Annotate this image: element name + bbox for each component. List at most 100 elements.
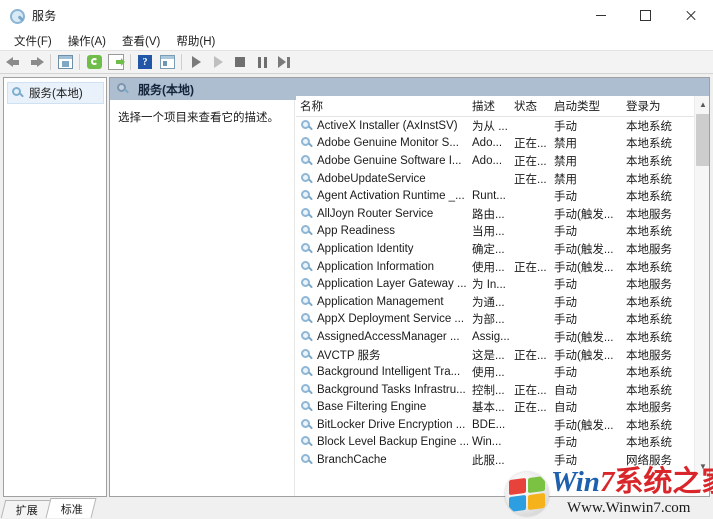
listview-scrollbar[interactable]: ▲ ▼ [694, 96, 709, 475]
show-hide-tree-button[interactable] [54, 51, 76, 73]
cell-start: 手动(触发... [554, 208, 614, 221]
table-row[interactable]: BranchCache 此服... 手动 网络服务 [296, 451, 694, 469]
window-title: 服务 [32, 9, 57, 23]
column-header-logon[interactable]: 登录为 [622, 98, 692, 114]
close-icon [685, 10, 696, 21]
help-button[interactable]: ? [134, 51, 156, 73]
pause-service-button[interactable] [251, 51, 273, 73]
cell-start: 手动(触发... [554, 349, 614, 362]
pause-service-icon [257, 56, 267, 68]
cell-desc: 此服... [472, 455, 505, 468]
maximize-button[interactable] [623, 0, 668, 31]
cell-desc: 为 In... [472, 279, 506, 292]
cell-start: 禁用 [554, 155, 577, 168]
properties-button[interactable] [156, 51, 178, 73]
cell-start: 禁用 [554, 138, 577, 151]
service-name-label: AllJoyn Router Service [317, 207, 434, 220]
column-header-start[interactable]: 启动类型 [550, 98, 622, 114]
export-list-button[interactable] [105, 51, 127, 73]
table-row[interactable]: Application Identity 确定... 手动(触发... 本地服务 [296, 240, 694, 258]
table-row[interactable]: AdobeUpdateService 正在... 禁用 本地系统 [296, 169, 694, 188]
cell-status: 正在... [514, 384, 547, 397]
service-item-icon [300, 418, 314, 432]
table-row[interactable]: Base Filtering Engine 基本... 正在... 自动 本地服务 [296, 398, 694, 417]
cell-name: AdobeUpdateService [296, 172, 468, 186]
minimize-icon [595, 15, 606, 16]
table-row[interactable]: App Readiness 当用... 手动 本地系统 [296, 222, 694, 241]
column-header-desc[interactable]: 描述 [468, 98, 510, 114]
details-pane: 服务(本地) 选择一个项目来查看它的描述。 名称 描述 状态 启动类型 登录为 … [109, 77, 710, 497]
service-name-label: BitLocker Drive Encryption ... [317, 418, 466, 431]
refresh-button[interactable] [83, 51, 105, 73]
table-row[interactable]: Agent Activation Runtime _... Runt... 手动 本地… [296, 187, 694, 205]
tab-standard[interactable]: 标准 [45, 498, 97, 518]
stop-service-button[interactable] [229, 51, 251, 73]
service-name-label: AssignedAccessManager ... [317, 330, 460, 343]
cell-start: 禁用 [554, 173, 577, 186]
table-row[interactable]: AssignedAccessManager ... Assig... 手动(触发..… [296, 328, 694, 346]
resume-service-button[interactable] [273, 51, 295, 73]
tree-node-label: 服务(本地) [29, 88, 83, 100]
service-item-icon [300, 154, 314, 168]
table-row[interactable]: Application Information 使用... 正在... 手动(触发..… [296, 257, 694, 276]
menu-file[interactable]: 文件(F) [6, 31, 60, 51]
column-header-status[interactable]: 状态 [510, 98, 550, 114]
cell-logon: 本地服务 [626, 349, 672, 362]
tree-node-services-local[interactable]: 服务(本地) [7, 82, 104, 104]
table-row[interactable]: AllJoyn Router Service 路由... 手动(触发... 本地服务 [296, 204, 694, 223]
table-row[interactable]: Adobe Genuine Software I... Ado... 正在... 禁用… [296, 152, 694, 170]
start-service-button[interactable] [185, 51, 207, 73]
cell-logon: 网络服务 [626, 455, 672, 468]
title-bar: 服务 [0, 0, 713, 32]
forward-button[interactable] [25, 51, 47, 73]
services-listview[interactable]: 名称 描述 状态 启动类型 登录为 ActiveX Installer (AxI… [296, 96, 709, 475]
service-item-icon [300, 242, 314, 256]
close-button[interactable] [668, 0, 713, 31]
service-item-icon [300, 330, 314, 344]
table-row[interactable]: BitLocker Drive Encryption ... BDE... 手动(触… [296, 416, 694, 434]
cell-desc: 为部... [472, 314, 505, 327]
minimize-button[interactable] [578, 0, 623, 31]
scroll-down-icon[interactable]: ▼ [695, 458, 709, 475]
service-name-label: Adobe Genuine Software I... [317, 154, 462, 167]
cell-logon: 本地服务 [626, 243, 672, 256]
cell-logon: 本地系统 [626, 120, 672, 133]
service-name-label: Application Identity [317, 242, 414, 255]
forward-arrow-icon [28, 56, 44, 68]
menu-bar: 文件(F) 操作(A) 查看(V) 帮助(H) [0, 31, 713, 50]
cell-name: BranchCache [296, 453, 468, 467]
toolbar-separator-1 [50, 54, 51, 70]
column-header-name[interactable]: 名称 [296, 98, 468, 114]
back-button[interactable] [3, 51, 25, 73]
table-row[interactable]: Application Layer Gateway ... 为 In... 手动 本地… [296, 275, 694, 293]
table-row[interactable]: AppX Deployment Service ... 为部... 手动 本地系统 [296, 310, 694, 329]
table-row[interactable]: Application Management 为通... 手动 本地系统 [296, 292, 694, 311]
table-row[interactable]: ActiveX Installer (AxInstSV) 为从 ... 手动 本地系统 [296, 117, 694, 135]
table-row[interactable]: Block Level Backup Engine ... Win... 手动 本地系… [296, 433, 694, 452]
scroll-up-icon[interactable]: ▲ [695, 96, 709, 113]
cell-desc: 为从 ... [472, 120, 508, 133]
menu-action[interactable]: 操作(A) [60, 31, 114, 51]
menu-help[interactable]: 帮助(H) [168, 31, 223, 51]
cell-status: 正在... [514, 173, 547, 186]
cell-name: Background Tasks Infrastru... [296, 383, 468, 397]
menu-view[interactable]: 查看(V) [114, 31, 168, 51]
cell-name: AllJoyn Router Service [296, 207, 468, 221]
service-item-icon [300, 172, 314, 186]
cell-desc: 这是... [472, 349, 505, 362]
service-name-label: Agent Activation Runtime _... [317, 190, 465, 203]
cell-start: 手动 [554, 455, 577, 468]
table-row[interactable]: Background Tasks Infrastru... 控制... 正在... 自… [296, 380, 694, 399]
cell-logon: 本地系统 [626, 314, 672, 327]
tab-extended[interactable]: 扩展 [0, 500, 52, 518]
restart-service-button[interactable] [207, 51, 229, 73]
cell-start: 手动(触发... [554, 419, 614, 432]
table-row[interactable]: AVCTP 服务 这是... 正在... 手动(触发... 本地服务 [296, 345, 694, 364]
table-row[interactable]: Adobe Genuine Monitor S... Ado... 正在... 禁用 本… [296, 134, 694, 153]
cell-logon: 本地系统 [626, 226, 672, 239]
cell-start: 手动 [554, 437, 577, 450]
cell-logon: 本地系统 [626, 384, 672, 397]
table-row[interactable]: Background Intelligent Tra... 使用... 手动 本地系统 [296, 363, 694, 381]
scrollbar-thumb[interactable] [696, 114, 709, 166]
cell-logon: 本地系统 [626, 138, 672, 151]
